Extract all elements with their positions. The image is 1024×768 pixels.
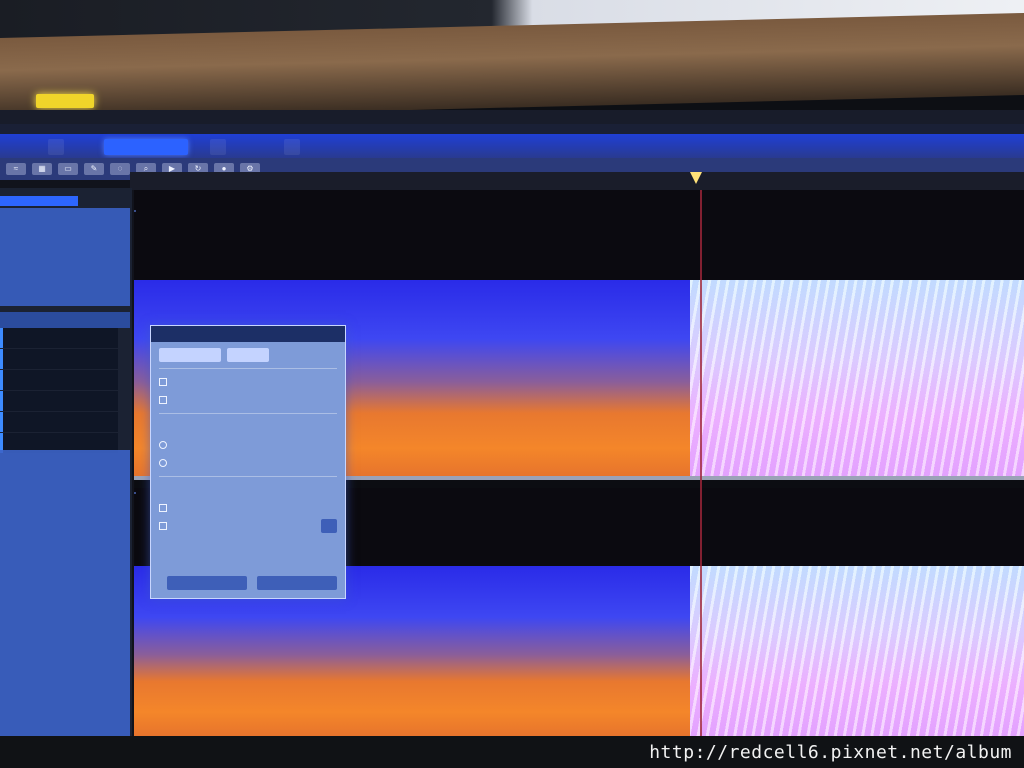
module-list: [0, 328, 118, 454]
waveform-icon[interactable]: ≈: [6, 163, 26, 175]
watermark-text: http://redcell6.pixnet.net/album: [649, 742, 1012, 763]
preset-select-2[interactable]: [227, 348, 269, 362]
module-list-item[interactable]: [0, 328, 118, 348]
module-dialog: [150, 325, 346, 599]
option-1-checkbox[interactable]: [159, 378, 167, 386]
radio-1[interactable]: [159, 441, 167, 449]
toolbar-button-active[interactable]: [104, 139, 188, 155]
dialog-row: [159, 420, 337, 434]
brush-icon[interactable]: ✎: [84, 163, 104, 175]
module-list-item[interactable]: [0, 349, 118, 369]
playhead-line[interactable]: [700, 190, 702, 736]
dialog-row: [159, 393, 337, 407]
lasso-icon[interactable]: ◌: [110, 163, 130, 175]
monitor-indicator-light: [36, 94, 94, 108]
left-panel-section-title: [0, 312, 130, 328]
main-toolbar: [0, 134, 1024, 160]
spectrogram-right-region: [690, 280, 1024, 476]
dialog-row: [159, 519, 337, 533]
select-icon[interactable]: ▭: [58, 163, 78, 175]
toolbar-button[interactable]: [48, 139, 64, 155]
spectral-icon[interactable]: ▦: [32, 163, 52, 175]
dialog-body: [151, 342, 345, 543]
dialog-row: [159, 456, 337, 470]
dialog-row: [159, 483, 337, 497]
playhead-handle[interactable]: [690, 172, 702, 184]
timeline-ruler[interactable]: [130, 172, 1024, 190]
left-panel-top-pane: [0, 208, 130, 306]
dialog-row: [159, 501, 337, 515]
ok-button[interactable]: [167, 576, 247, 590]
apply-button[interactable]: [321, 519, 337, 533]
channel-label: [134, 210, 136, 212]
dialog-footer: [167, 576, 337, 590]
spectrogram-right-region: [690, 566, 1024, 736]
dialog-row: [159, 375, 337, 389]
channel-label: [134, 492, 136, 494]
toolbar-button[interactable]: [284, 139, 300, 155]
dialog-separator: [159, 413, 337, 414]
section-checkbox-1[interactable]: [159, 504, 167, 512]
left-panel-bottom-pane: [0, 450, 130, 736]
dialog-row: [159, 348, 337, 362]
spectrogram-silence: [134, 190, 1024, 280]
option-2-checkbox[interactable]: [159, 396, 167, 404]
radio-2[interactable]: [159, 459, 167, 467]
module-list-item[interactable]: [0, 391, 118, 411]
module-list-item[interactable]: [0, 370, 118, 390]
section-checkbox-2[interactable]: [159, 522, 167, 530]
watermark-bar: http://redcell6.pixnet.net/album: [0, 736, 1024, 768]
dialog-title-bar[interactable]: [151, 326, 345, 342]
preset-select[interactable]: [159, 348, 221, 362]
left-panel-header: [0, 196, 78, 206]
app-window: ≈ ▦ ▭ ✎ ◌ ⌕ ▶ ↻ ● ⚙: [0, 110, 1024, 736]
module-list-item[interactable]: [0, 412, 118, 432]
toolbar-button[interactable]: [210, 139, 226, 155]
cancel-button[interactable]: [257, 576, 337, 590]
dialog-row: [159, 438, 337, 452]
dialog-separator: [159, 368, 337, 369]
left-panel: [0, 188, 132, 736]
dialog-separator: [159, 476, 337, 477]
